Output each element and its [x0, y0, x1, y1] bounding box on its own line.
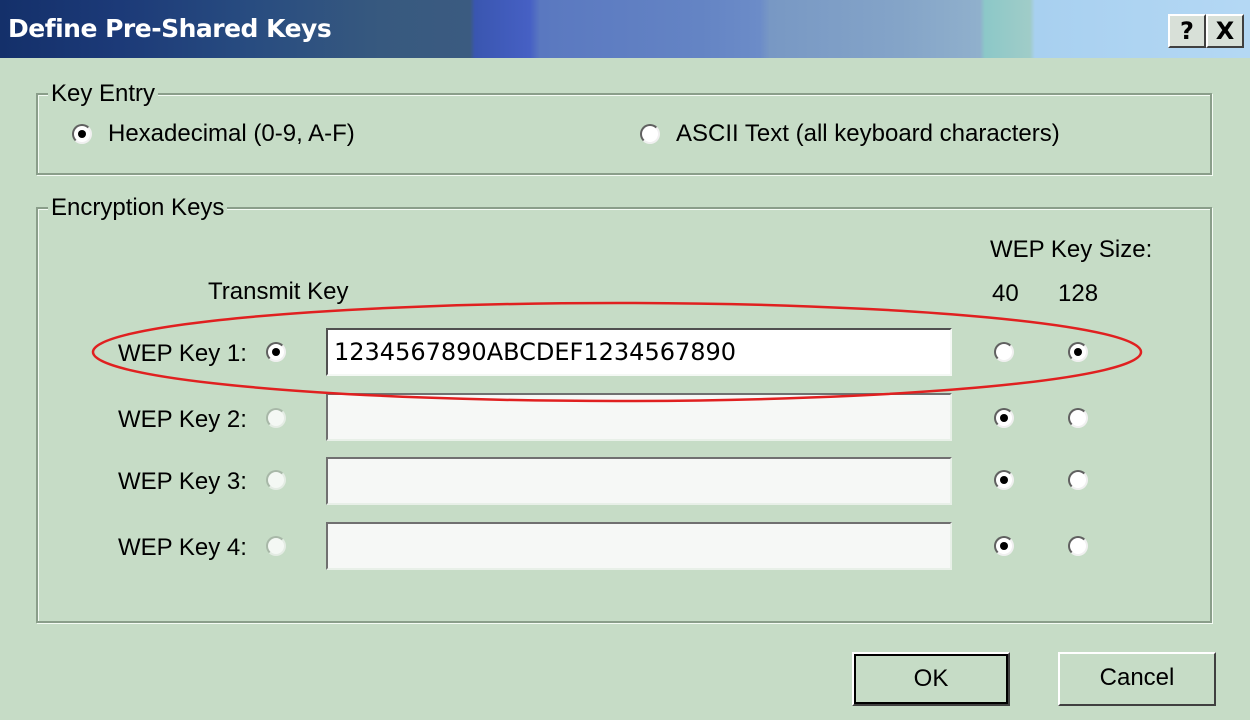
encryption-keys-legend: Encryption Keys — [48, 194, 228, 222]
wep-key-2-transmit-radio[interactable] — [266, 408, 286, 428]
help-button[interactable]: ? — [1168, 14, 1206, 48]
size-40-header: 40 — [992, 280, 1019, 307]
wep-key-3-transmit-radio[interactable] — [266, 470, 286, 490]
ok-button[interactable]: OK — [852, 652, 1010, 706]
wep-key-3-label: WEP Key 3: — [118, 468, 247, 495]
wep-key-1-input[interactable] — [326, 328, 952, 376]
wep-key-2-size-128-radio[interactable] — [1068, 408, 1088, 428]
wep-key-4-transmit-radio[interactable] — [266, 536, 286, 556]
cancel-button[interactable]: Cancel — [1058, 652, 1216, 706]
wep-key-2-size-40-radio[interactable] — [994, 408, 1014, 428]
hexadecimal-radio[interactable] — [72, 124, 92, 144]
wep-key-1-size-128-radio[interactable] — [1068, 342, 1088, 362]
wep-key-4-input[interactable] — [326, 522, 952, 570]
wep-key-1-label: WEP Key 1: — [118, 340, 247, 367]
close-button[interactable]: X — [1206, 14, 1244, 48]
ascii-text-label[interactable]: ASCII Text (all keyboard characters) — [676, 120, 1060, 148]
wep-key-3-size-128-radio[interactable] — [1068, 470, 1088, 490]
wep-key-3-input[interactable] — [326, 457, 952, 505]
title-bar[interactable]: Define Pre-Shared Keys ? X — [0, 0, 1250, 58]
wep-key-1-size-40-radio[interactable] — [994, 342, 1014, 362]
window-title: Define Pre-Shared Keys — [8, 14, 332, 43]
wep-key-4-size-128-radio[interactable] — [1068, 536, 1088, 556]
wep-key-4-label: WEP Key 4: — [118, 534, 247, 561]
size-128-header: 128 — [1058, 280, 1099, 307]
wep-key-1-transmit-radio[interactable] — [266, 342, 286, 362]
wep-key-2-input[interactable] — [326, 393, 952, 441]
ascii-text-radio[interactable] — [640, 124, 660, 144]
wep-key-size-header: WEP Key Size: — [990, 236, 1153, 263]
key-entry-legend: Key Entry — [48, 80, 159, 108]
wep-key-3-size-40-radio[interactable] — [994, 470, 1014, 490]
transmit-key-header: Transmit Key — [208, 278, 349, 305]
wep-key-2-label: WEP Key 2: — [118, 406, 247, 433]
hexadecimal-label[interactable]: Hexadecimal (0-9, A-F) — [108, 120, 355, 148]
wep-key-4-size-40-radio[interactable] — [994, 536, 1014, 556]
